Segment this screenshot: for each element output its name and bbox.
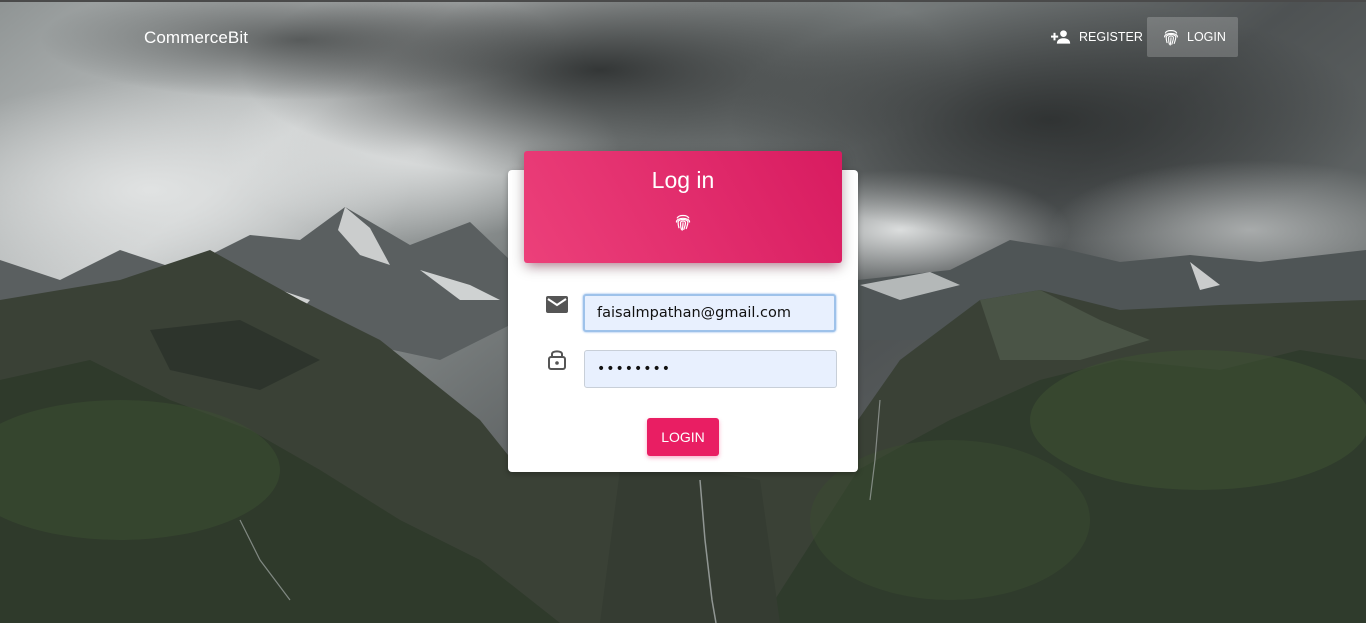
nav-register-label: REGISTER: [1079, 30, 1143, 44]
fingerprint-icon: [1163, 28, 1179, 46]
brand-logo-text[interactable]: CommerceBit: [144, 28, 248, 48]
login-title: Log in: [651, 167, 715, 193]
email-input[interactable]: [583, 294, 836, 332]
person-add-icon: [1051, 29, 1071, 45]
lock-icon: [547, 348, 567, 375]
nav-login-link[interactable]: LOGIN: [1147, 17, 1238, 57]
mail-icon: [546, 296, 568, 318]
nav-register-link[interactable]: REGISTER: [1040, 17, 1143, 57]
login-submit-button[interactable]: LOGIN: [647, 418, 719, 456]
fingerprint-icon: [674, 213, 692, 231]
nav-login-label: LOGIN: [1187, 30, 1226, 44]
login-card-header: Log in: [524, 151, 842, 263]
password-input[interactable]: [584, 350, 837, 388]
top-navbar: CommerceBit REGISTER LOGIN: [0, 0, 1366, 76]
